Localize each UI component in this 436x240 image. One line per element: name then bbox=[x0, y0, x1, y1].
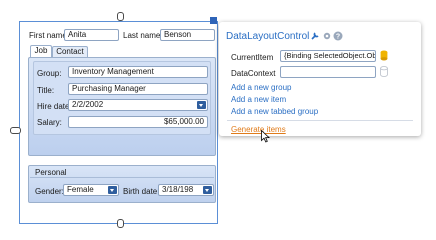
left-resize-handle[interactable] bbox=[10, 127, 21, 134]
personal-divider bbox=[30, 177, 214, 178]
hire-date-picker[interactable]: 2/2/2002 bbox=[68, 99, 208, 111]
gear-icon[interactable] bbox=[322, 31, 332, 41]
birth-date-label: Birth date: bbox=[123, 187, 160, 196]
birth-date-picker[interactable]: 3/18/198 bbox=[158, 184, 214, 196]
birth-date-dropdown-icon[interactable] bbox=[203, 186, 212, 194]
last-name-label: Last name: bbox=[123, 31, 163, 40]
generate-items-link[interactable]: Generate items bbox=[231, 125, 286, 134]
hire-date-label: Hire date: bbox=[37, 102, 72, 111]
salary-field[interactable]: $65,000.00 bbox=[68, 116, 208, 128]
smart-tag-glyph-icon[interactable] bbox=[210, 17, 217, 24]
add-new-tabbed-group-link[interactable]: Add a new tabbed group bbox=[231, 107, 318, 116]
current-item-field[interactable]: {Binding SelectedObject.Obj} bbox=[280, 50, 376, 62]
group-field[interactable]: Inventory Management bbox=[68, 66, 208, 78]
first-name-field[interactable]: Anita bbox=[64, 29, 119, 41]
salary-label: Salary: bbox=[37, 118, 62, 127]
wrench-icon[interactable] bbox=[310, 31, 320, 41]
bottom-resize-handle[interactable] bbox=[117, 219, 124, 228]
group-label: Group: bbox=[37, 69, 62, 78]
hire-date-dropdown-icon[interactable] bbox=[197, 101, 206, 109]
help-icon[interactable]: ? bbox=[333, 31, 343, 41]
binding-db-icon-empty[interactable] bbox=[380, 66, 388, 77]
add-new-group-link[interactable]: Add a new group bbox=[231, 83, 292, 92]
popup-divider bbox=[227, 120, 413, 121]
tab-job[interactable]: Job bbox=[30, 45, 52, 57]
gender-value: Female bbox=[67, 185, 94, 194]
last-name-field[interactable]: Benson bbox=[160, 29, 215, 41]
binding-db-icon[interactable] bbox=[380, 50, 388, 61]
mouse-cursor-icon bbox=[261, 130, 270, 143]
popup-title: DataLayoutControl bbox=[226, 31, 310, 42]
first-name-label: First name: bbox=[29, 31, 70, 40]
gender-dropdown-icon[interactable] bbox=[108, 186, 117, 194]
data-context-label: DataContext bbox=[231, 69, 276, 78]
hire-date-value: 2/2/2002 bbox=[72, 100, 104, 109]
title-label: Title: bbox=[37, 86, 55, 95]
birth-date-value: 3/18/198 bbox=[162, 185, 194, 194]
current-item-label: CurrentItem bbox=[231, 53, 274, 62]
smart-tag-popup: DataLayoutControl ? CurrentItem {Binding… bbox=[219, 22, 421, 136]
title-field[interactable]: Purchasing Manager bbox=[68, 83, 208, 95]
personal-header: Personal bbox=[35, 168, 67, 177]
add-new-item-link[interactable]: Add a new item bbox=[231, 95, 286, 104]
top-resize-handle[interactable] bbox=[117, 12, 124, 21]
data-context-field[interactable] bbox=[280, 66, 376, 78]
gender-combo[interactable]: Female bbox=[63, 184, 119, 196]
gender-label: Gender: bbox=[35, 187, 64, 196]
svg-text:?: ? bbox=[336, 34, 340, 41]
